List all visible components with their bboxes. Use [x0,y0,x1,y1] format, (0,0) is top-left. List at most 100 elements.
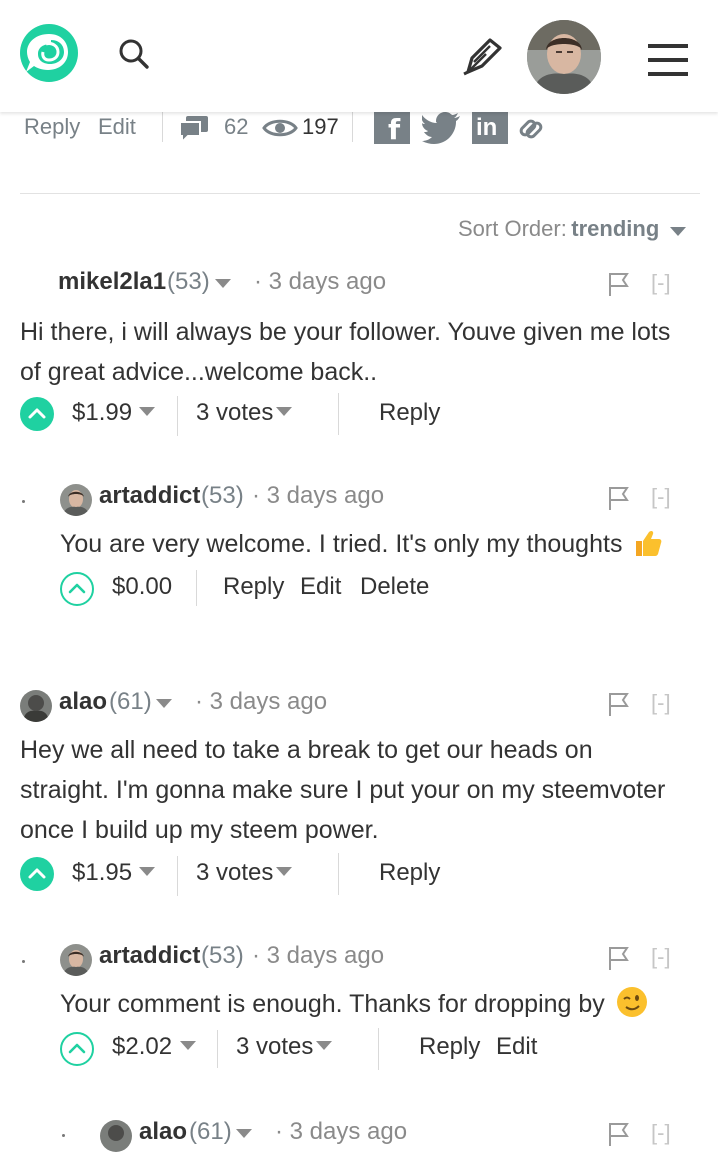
flag-icon[interactable] [607,945,631,971]
facebook-glyph: f [388,113,401,146]
linkedin-glyph: in [476,114,498,141]
facebook-icon[interactable]: f [374,112,410,146]
comment-author[interactable]: alao [59,688,107,716]
comment-line: once I build up my steem power. [20,816,379,844]
divider [352,112,353,142]
collapse-toggle[interactable]: [-] [651,690,671,716]
section-divider [20,193,700,194]
reply-link[interactable]: Reply [419,1033,480,1061]
votes-dropdown-icon[interactable] [316,1041,332,1050]
author-reputation: (53) [201,942,244,969]
edit-link[interactable]: Edit [496,1033,537,1061]
avatar[interactable] [100,1120,132,1152]
thumbs-up-emoji-icon [636,530,662,556]
collapse-toggle[interactable]: [-] [651,944,671,970]
pencil-icon[interactable] [460,36,504,76]
avatar[interactable] [60,944,92,976]
steemit-logo[interactable] [18,22,80,84]
upvote-button[interactable] [20,397,54,431]
post-reply-link[interactable]: Reply [24,114,80,140]
sort-order[interactable]: Sort Order: trending [458,216,686,242]
collapse-toggle[interactable]: [-] [651,270,671,296]
edit-link[interactable]: Edit [300,573,341,601]
payout-value[interactable]: $2.02 [112,1033,172,1061]
menu-icon[interactable] [648,44,688,48]
upvote-button[interactable] [60,1032,94,1066]
votes-count[interactable]: 3 votes [236,1033,313,1061]
avatar[interactable] [60,484,92,516]
votes-count[interactable]: 3 votes [196,859,273,887]
top-header [0,0,718,112]
divider [162,112,163,142]
list-bullet [62,1134,65,1137]
avatar-image [60,484,92,516]
comment-time[interactable]: · 3 days ago [252,482,384,510]
sort-dropdown-icon[interactable] [669,227,686,237]
comment-author[interactable]: artaddict [99,482,200,510]
payout-value[interactable]: $1.95 [72,859,132,887]
views-icon [262,119,298,137]
avatar-image [60,944,92,976]
comments-count: 62 [224,114,249,139]
divider [196,570,197,606]
author-dropdown-icon[interactable] [156,699,172,708]
post-edit-link[interactable]: Edit [98,114,136,140]
votes-dropdown-icon[interactable] [276,407,292,416]
comment-time[interactable]: · 3 days ago [254,268,386,296]
collapse-toggle[interactable]: [-] [651,484,671,510]
payout-value[interactable]: $1.99 [72,399,132,427]
flag-icon[interactable] [607,691,631,717]
comment-author[interactable]: mikel2la1 [58,268,166,296]
comments-icon[interactable] [178,114,210,144]
votes-dropdown-icon[interactable] [276,867,292,876]
comment-time[interactable]: · 3 days ago [275,1118,407,1146]
author-reputation: (61) [109,688,152,715]
list-bullet [22,960,25,963]
payout-dropdown-icon[interactable] [139,867,155,876]
collapse-toggle[interactable]: [-] [651,1120,671,1146]
upvote-chevron-icon [28,408,46,419]
comment-time[interactable]: · 3 days ago [252,942,384,970]
flag-icon[interactable] [607,271,631,297]
divider [338,853,339,895]
reply-link[interactable]: Reply [379,399,440,427]
flag-icon[interactable] [607,485,631,511]
avatar-image [20,690,52,722]
reply-link[interactable]: Reply [379,859,440,887]
menu-icon-bar [648,72,688,76]
payout-dropdown-icon[interactable] [180,1041,196,1050]
comment-body: Your comment is enough. Thanks for dropp… [60,984,648,1024]
twitter-icon[interactable] [422,112,462,144]
avatar-image [100,1120,132,1152]
sort-value[interactable]: trending [571,216,659,241]
comment-line: of great advice...welcome back.. [20,358,378,386]
upvote-button[interactable] [20,857,54,891]
views-count: 197 [302,114,339,139]
delete-link[interactable]: Delete [360,573,429,601]
divider [177,396,178,436]
divider [378,1028,379,1070]
author-dropdown-icon[interactable] [215,279,231,288]
flag-icon[interactable] [607,1121,631,1147]
comment-time[interactable]: · 3 days ago [195,688,327,716]
comment-line: Hey we all need to take a break to get o… [20,736,593,764]
link-icon[interactable] [516,114,546,144]
votes-count[interactable]: 3 votes [196,399,273,427]
comment-line: You are very welcome. I tried. It's only… [60,530,623,558]
comment-line: Your comment is enough. Thanks for dropp… [60,990,605,1018]
payout-value[interactable]: $0.00 [112,573,172,601]
comment-author[interactable]: alao [139,1118,187,1146]
comment-body: Hey we all need to take a break to get o… [20,730,710,850]
comment-author[interactable]: artaddict [99,942,200,970]
search-icon[interactable] [118,38,150,70]
user-avatar[interactable] [527,20,601,94]
reply-link[interactable]: Reply [223,573,284,601]
avatar[interactable] [20,690,52,722]
payout-dropdown-icon[interactable] [139,407,155,416]
author-dropdown-icon[interactable] [236,1129,252,1138]
comment-body: Hi there, i will always be your follower… [20,312,710,392]
author-reputation: (61) [189,1118,232,1145]
linkedin-icon[interactable]: in [472,112,508,144]
upvote-button[interactable] [60,572,94,606]
list-bullet [22,500,25,503]
